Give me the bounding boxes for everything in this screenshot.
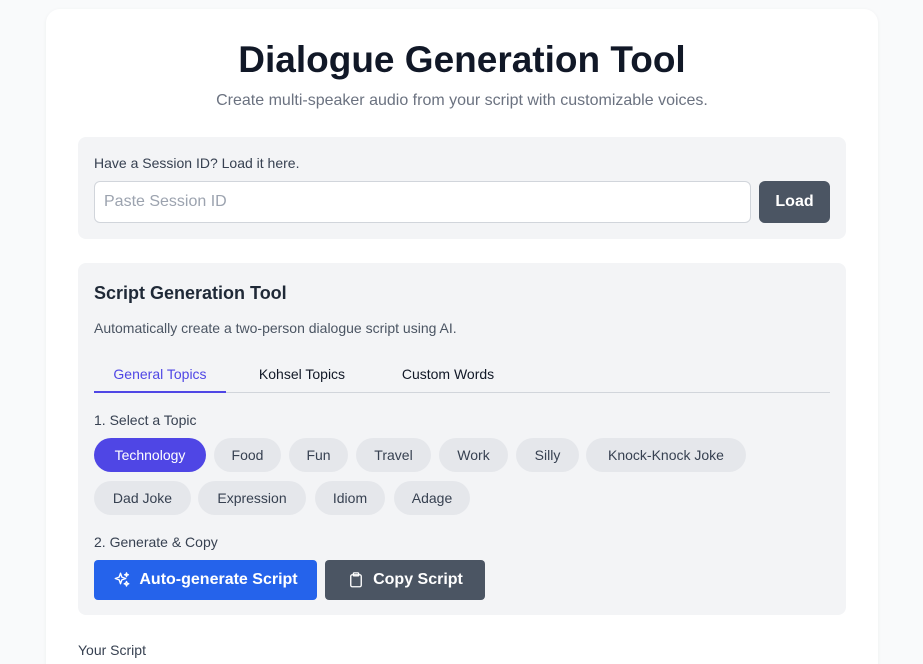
topic-chip-food[interactable]: Food bbox=[214, 438, 281, 472]
script-tool-description: Automatically create a two-person dialog… bbox=[94, 320, 457, 336]
topic-chip-dad-joke[interactable]: Dad Joke bbox=[94, 481, 191, 515]
load-button[interactable]: Load bbox=[759, 181, 830, 223]
topic-chip-silly[interactable]: Silly bbox=[516, 438, 579, 472]
select-topic-label: 1. Select a Topic bbox=[94, 412, 197, 428]
topic-chip-travel[interactable]: Travel bbox=[356, 438, 431, 472]
topic-chip-idiom[interactable]: Idiom bbox=[315, 481, 385, 515]
topic-chip-expression[interactable]: Expression bbox=[198, 481, 306, 515]
session-id-input[interactable] bbox=[94, 181, 751, 223]
script-generation-panel: Script Generation Tool Automatically cre… bbox=[78, 263, 846, 615]
copy-script-label: Copy Script bbox=[373, 571, 463, 588]
session-label: Have a Session ID? Load it here. bbox=[94, 155, 300, 171]
page-title: Dialogue Generation Tool bbox=[238, 39, 686, 80]
page-subtitle: Create multi-speaker audio from your scr… bbox=[216, 92, 708, 109]
tab-kohsel-topics[interactable]: Kohsel Topics bbox=[242, 357, 362, 393]
topic-chip-work[interactable]: Work bbox=[439, 438, 508, 472]
script-tool-title: Script Generation Tool bbox=[94, 283, 287, 303]
generate-copy-label: 2. Generate & Copy bbox=[94, 534, 218, 550]
topic-chip-knock-knock-joke[interactable]: Knock-Knock Joke bbox=[586, 438, 746, 472]
topic-chip-adage[interactable]: Adage bbox=[394, 481, 470, 515]
tab-custom-words[interactable]: Custom Words bbox=[384, 357, 512, 393]
your-script-label: Your Script bbox=[78, 642, 146, 658]
auto-generate-script-button[interactable]: Auto-generate Script bbox=[94, 560, 317, 600]
tab-general-topics[interactable]: General Topics bbox=[94, 357, 226, 393]
clipboard-icon bbox=[350, 572, 363, 588]
sparkles-icon bbox=[114, 572, 130, 587]
auto-generate-label: Auto-generate Script bbox=[139, 571, 298, 588]
topic-tabs: General Topics Kohsel Topics Custom Word… bbox=[94, 357, 830, 393]
session-panel: Have a Session ID? Load it here. Load bbox=[78, 137, 846, 239]
topic-chip-technology[interactable]: Technology bbox=[94, 438, 206, 472]
copy-script-button[interactable]: Copy Script bbox=[325, 560, 485, 600]
topic-chip-fun[interactable]: Fun bbox=[289, 438, 348, 472]
main-card: Dialogue Generation Tool Create multi-sp… bbox=[46, 9, 878, 664]
